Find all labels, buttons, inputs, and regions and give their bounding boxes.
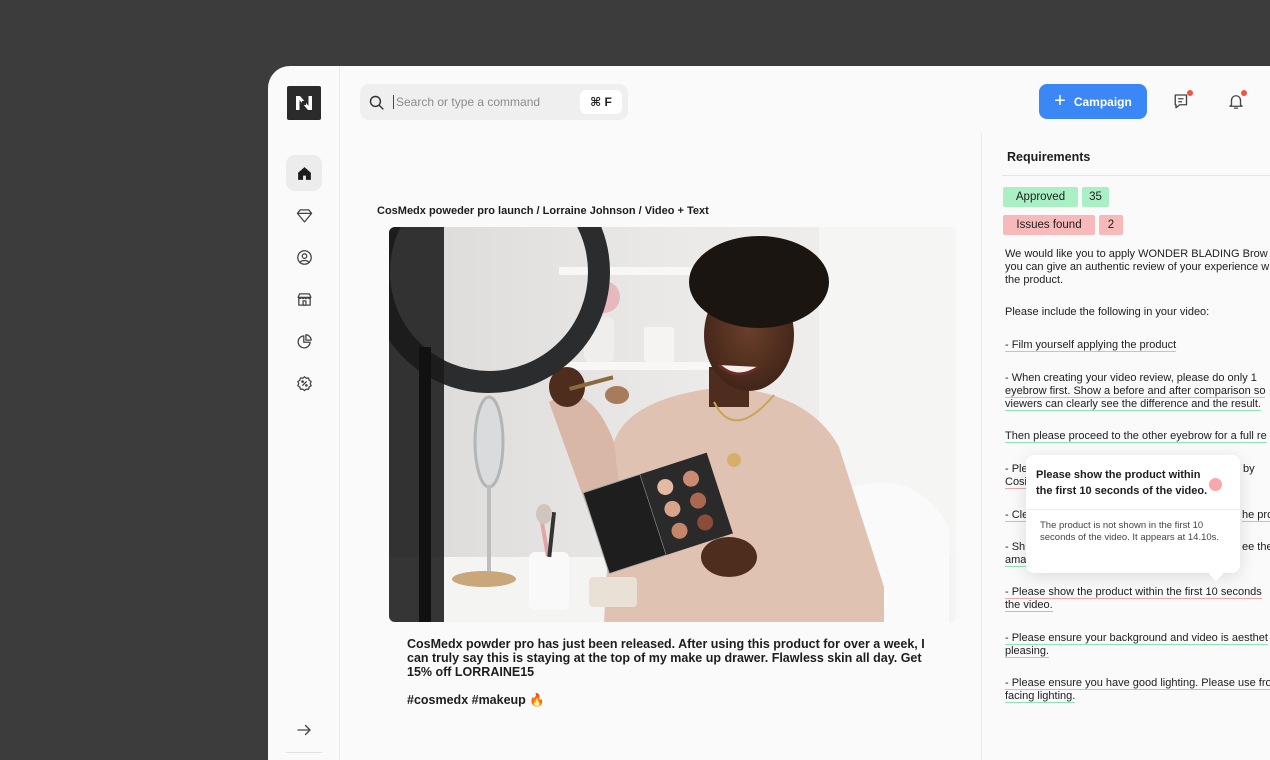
requirement-show-product[interactable]: the video. (1005, 599, 1053, 612)
approved-count: 35 (1082, 187, 1109, 207)
user-circle-icon (296, 249, 312, 265)
logo[interactable] (287, 86, 321, 120)
store-icon (296, 292, 312, 306)
messages-button[interactable] (1171, 90, 1193, 112)
requirement-partial[interactable]: - Cle (1005, 509, 1029, 522)
search-icon (369, 95, 384, 110)
notifications-button[interactable] (1225, 90, 1247, 112)
requirement-review-line[interactable]: eyebrow first. Show a before and after c… (1005, 385, 1266, 398)
requirement-intro-line: the product. (1005, 274, 1064, 286)
search-shortcut: ⌘ F (580, 90, 622, 114)
messages-notification-dot (1187, 90, 1193, 96)
requirements-divider (1002, 175, 1270, 176)
post-title: CosMedx poweder pro launch / Lorraine Jo… (377, 205, 709, 217)
issue-status-dot (1209, 478, 1222, 491)
sidebar-item-home[interactable] (286, 155, 322, 191)
requirement-background[interactable]: - Please ensure your background and vide… (1005, 632, 1268, 645)
requirement-review-line: - When creating your video review, pleas… (1005, 372, 1257, 384)
home-icon (297, 166, 311, 180)
post-video-thumbnail[interactable] (389, 227, 956, 622)
requirement-include-heading: Please include the following in your vid… (1005, 306, 1210, 318)
sidebar-item-discounts[interactable] (286, 365, 322, 401)
sidebar-item-diamond[interactable] (286, 197, 322, 233)
requirement-lighting[interactable]: - Please ensure you have good lighting. … (1005, 677, 1270, 690)
logo-icon (296, 96, 312, 110)
requirements-panel: Requirements Approved 35 Issues found 2 … (981, 132, 1270, 760)
requirement-partial: by (1243, 463, 1255, 475)
app-window: ⌘ F + Campaign CosMedx poweder pro launc… (268, 66, 1270, 760)
add-campaign-button[interactable]: + Campaign (1039, 84, 1147, 119)
requirement-proceed[interactable]: Then please proceed to the other eyebrow… (1005, 430, 1267, 443)
issue-popover-heading: Please show the product within the first… (1036, 469, 1208, 497)
requirement-partial: ee the (1242, 541, 1270, 553)
issue-popover-body: The product is not shown in the first 10… (1040, 520, 1220, 543)
diamond-icon (296, 208, 312, 223)
campaign-button-label: Campaign (1073, 94, 1132, 109)
sidebar-item-profile[interactable] (286, 239, 322, 275)
issue-popover[interactable]: Please show the product within the first… (1026, 455, 1240, 582)
expand-sidebar-button[interactable] (286, 712, 322, 748)
requirement-review-line[interactable]: viewers can clearly see the difference a… (1005, 398, 1261, 411)
requirement-partial[interactable]: Cosi (1005, 476, 1028, 489)
post-hashtags: #cosmedx #makeup 🔥 (407, 693, 545, 707)
requirement-lighting[interactable]: facing lighting. (1005, 690, 1076, 703)
search-input[interactable] (393, 95, 573, 109)
pie-chart-icon (297, 333, 312, 348)
search-bar[interactable]: ⌘ F (360, 84, 628, 120)
discount-icon (296, 375, 312, 391)
creator-photo (389, 227, 956, 622)
requirement-film[interactable]: - Film yourself applying the product (1005, 339, 1177, 352)
requirement-background[interactable]: pleasing. (1005, 645, 1050, 658)
requirement-show-product[interactable]: - Please show the product within the fir… (1005, 586, 1262, 599)
requirement-partial[interactable]: he proc (1242, 509, 1270, 522)
approved-badge[interactable]: Approved (1003, 187, 1078, 207)
notifications-dot (1241, 90, 1247, 96)
sidebar (268, 66, 340, 760)
requirement-partial[interactable]: ama (1005, 554, 1027, 567)
requirements-title: Requirements (1007, 150, 1091, 164)
requirement-intro-line: We would like you to apply WONDER BLADIN… (1005, 248, 1270, 260)
issues-badge[interactable]: Issues found (1003, 215, 1095, 235)
arrow-right-icon (297, 724, 311, 736)
post-caption: CosMedx powder pro has just been release… (407, 637, 925, 679)
issues-count: 2 (1099, 215, 1123, 235)
sidebar-divider (286, 752, 322, 753)
plus-icon: + (1054, 89, 1066, 112)
issue-popover-divider (1026, 509, 1240, 510)
requirement-intro-line: you can give an authentic review of your… (1005, 261, 1270, 273)
sidebar-item-analytics[interactable] (286, 323, 322, 359)
sidebar-item-store[interactable] (286, 281, 322, 317)
